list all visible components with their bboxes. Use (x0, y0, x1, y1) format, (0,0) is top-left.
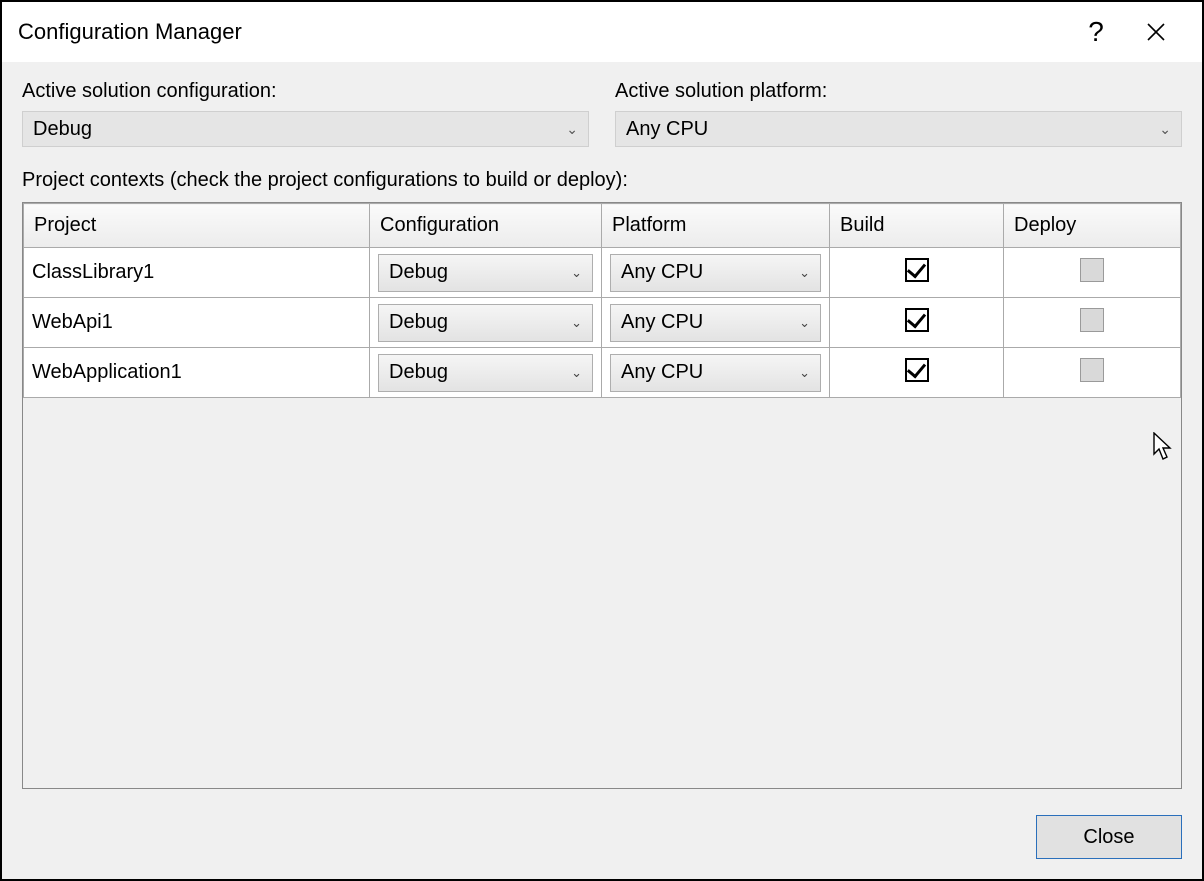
active-config-value: Debug (33, 118, 566, 141)
deploy-cell (1004, 298, 1181, 348)
build-cell (830, 248, 1004, 298)
project-grid: Project Configuration Platform Build Dep… (22, 202, 1182, 789)
deploy-checkbox (1080, 308, 1104, 332)
active-config-label: Active solution configuration: (22, 80, 589, 103)
chevron-down-icon: ⌄ (571, 265, 582, 281)
build-checkbox[interactable] (905, 358, 929, 382)
project-contexts-label: Project contexts (check the project conf… (22, 169, 1182, 192)
close-icon (1147, 23, 1165, 41)
window-title: Configuration Manager (18, 19, 1066, 45)
col-configuration[interactable]: Configuration (370, 204, 602, 248)
active-platform-value: Any CPU (626, 118, 1159, 141)
deploy-cell (1004, 348, 1181, 398)
platform-cell: Any CPU⌄ (602, 298, 830, 348)
table-row: WebApi1Debug⌄Any CPU⌄ (24, 298, 1181, 348)
close-button-label: Close (1083, 826, 1134, 849)
configuration-cell: Debug⌄ (370, 248, 602, 298)
table-row: ClassLibrary1Debug⌄Any CPU⌄ (24, 248, 1181, 298)
active-platform-dropdown[interactable]: Any CPU ⌄ (615, 111, 1182, 147)
active-config-dropdown[interactable]: Debug ⌄ (22, 111, 589, 147)
build-cell (830, 298, 1004, 348)
active-platform-label: Active solution platform: (615, 80, 1182, 103)
chevron-down-icon: ⌄ (566, 121, 578, 138)
titlebar: Configuration Manager ? (2, 2, 1202, 62)
col-platform[interactable]: Platform (602, 204, 830, 248)
platform-value: Any CPU (621, 261, 799, 284)
dialog-content: Active solution configuration: Debug ⌄ A… (2, 62, 1202, 879)
deploy-checkbox (1080, 258, 1104, 282)
configuration-dropdown[interactable]: Debug⌄ (378, 354, 593, 392)
project-name-cell[interactable]: ClassLibrary1 (24, 248, 370, 298)
deploy-cell (1004, 248, 1181, 298)
platform-dropdown[interactable]: Any CPU⌄ (610, 254, 821, 292)
chevron-down-icon: ⌄ (799, 265, 810, 281)
col-build[interactable]: Build (830, 204, 1004, 248)
chevron-down-icon: ⌄ (571, 365, 582, 381)
close-button[interactable]: Close (1036, 815, 1182, 859)
build-checkbox[interactable] (905, 308, 929, 332)
deploy-checkbox (1080, 358, 1104, 382)
configuration-value: Debug (389, 311, 571, 334)
platform-value: Any CPU (621, 311, 799, 334)
table-row: WebApplication1Debug⌄Any CPU⌄ (24, 348, 1181, 398)
platform-dropdown[interactable]: Any CPU⌄ (610, 354, 821, 392)
configuration-value: Debug (389, 361, 571, 384)
col-deploy[interactable]: Deploy (1004, 204, 1181, 248)
configuration-cell: Debug⌄ (370, 348, 602, 398)
close-window-button[interactable] (1126, 2, 1186, 62)
chevron-down-icon: ⌄ (1159, 121, 1171, 138)
configuration-cell: Debug⌄ (370, 298, 602, 348)
build-checkbox[interactable] (905, 258, 929, 282)
project-name-cell[interactable]: WebApplication1 (24, 348, 370, 398)
platform-cell: Any CPU⌄ (602, 248, 830, 298)
configuration-dropdown[interactable]: Debug⌄ (378, 254, 593, 292)
platform-cell: Any CPU⌄ (602, 348, 830, 398)
platform-dropdown[interactable]: Any CPU⌄ (610, 304, 821, 342)
configuration-dropdown[interactable]: Debug⌄ (378, 304, 593, 342)
chevron-down-icon: ⌄ (571, 315, 582, 331)
configuration-manager-dialog: Configuration Manager ? Active solution … (0, 0, 1204, 881)
col-project[interactable]: Project (24, 204, 370, 248)
help-button[interactable]: ? (1066, 2, 1126, 62)
chevron-down-icon: ⌄ (799, 365, 810, 381)
chevron-down-icon: ⌄ (799, 315, 810, 331)
configuration-value: Debug (389, 261, 571, 284)
build-cell (830, 348, 1004, 398)
project-name-cell[interactable]: WebApi1 (24, 298, 370, 348)
platform-value: Any CPU (621, 361, 799, 384)
